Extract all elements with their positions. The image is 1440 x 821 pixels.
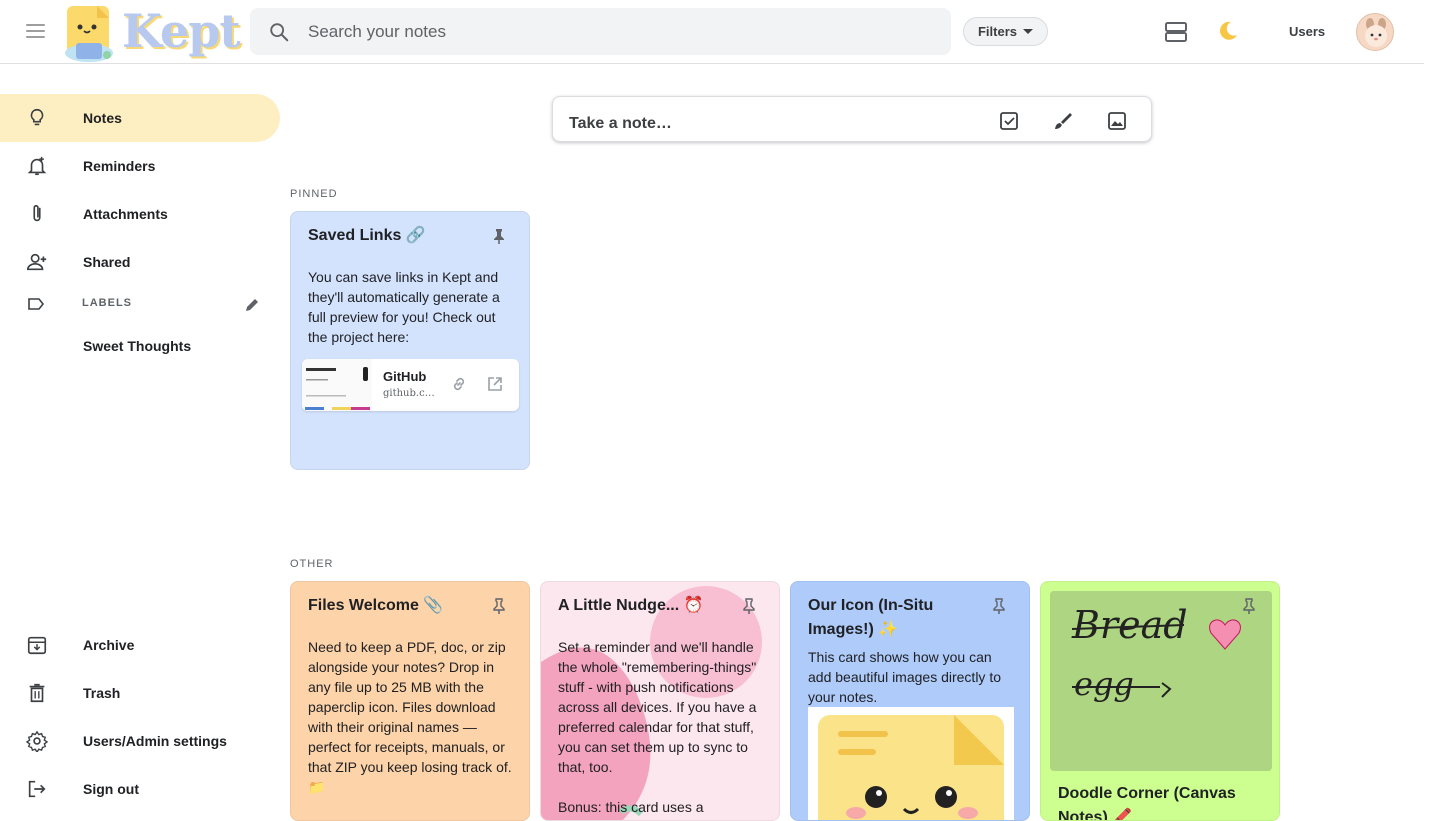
- link-icon[interactable]: [450, 375, 468, 393]
- edit-labels-pencil-icon[interactable]: [243, 296, 261, 314]
- lightbulb-icon: [30, 108, 44, 126]
- sidebar-item-label: Sweet Thoughts: [83, 338, 192, 354]
- app-logo-icon: [65, 6, 113, 62]
- filters-label: Filters: [977, 24, 1017, 39]
- list-view-icon[interactable]: [1164, 21, 1188, 43]
- section-pinned: PINNED: [290, 188, 338, 200]
- person-add-icon: [27, 253, 47, 271]
- caret-down-icon: [1023, 29, 1033, 34]
- sidebar-item-sign-out[interactable]: Sign out: [0, 765, 280, 813]
- doodle-word-bread: Bread: [1072, 603, 1188, 647]
- avatar-bunny-icon: [1365, 18, 1387, 47]
- label-tag-icon: [28, 298, 45, 310]
- sidebar-item-label: Trash: [83, 685, 121, 701]
- note-card[interactable]: A Little Nudge... ⏰ Set a reminder and w…: [540, 581, 780, 821]
- app-name: Kept: [122, 4, 241, 58]
- link-title: GitHub: [383, 369, 427, 384]
- pin-icon[interactable]: [1240, 597, 1258, 615]
- note-card[interactable]: Our Icon (In-Situ Images!) ✨ This card s…: [790, 581, 1030, 821]
- sidebar-item-label: Notes: [83, 110, 122, 126]
- trash-icon: [29, 683, 45, 703]
- labels-heading: LABELS: [82, 297, 132, 309]
- sidebar-item-shared[interactable]: Shared: [0, 238, 280, 286]
- doodle-word-egg: egg: [1074, 665, 1134, 703]
- users-link[interactable]: Users: [1289, 24, 1325, 39]
- note-card[interactable]: Files Welcome 📎 Need to keep a PDF, doc,…: [290, 581, 530, 821]
- top-bar: Kept Filters Users: [0, 0, 1424, 64]
- avatar[interactable]: [1356, 13, 1394, 51]
- note-card[interactable]: Bread egg Doodle Corner (Canvas Notes) 🖍…: [1040, 581, 1280, 821]
- sidebar-item-admin-settings[interactable]: Users/Admin settings: [0, 717, 280, 765]
- sidebar-item-trash[interactable]: Trash: [0, 669, 280, 717]
- note-body: This card shows how you can add beautifu…: [808, 649, 1001, 705]
- open-external-icon[interactable]: [486, 375, 504, 393]
- gear-icon: [26, 730, 48, 752]
- pin-icon[interactable]: [990, 597, 1008, 615]
- note-image-mascot: [808, 707, 1014, 820]
- sidebar-item-reminders[interactable]: Reminders: [0, 142, 280, 190]
- note-body-bonus: Bonus: this card uses a: [558, 799, 704, 815]
- search-bar[interactable]: [250, 8, 951, 55]
- menu-icon[interactable]: [26, 24, 45, 38]
- sidebar-item-notes[interactable]: Notes: [0, 94, 280, 142]
- sidebar-item-label: Users/Admin settings: [83, 733, 227, 749]
- note-title: Doodle Corner (Canvas Notes) 🖍️: [1058, 785, 1236, 821]
- archive-icon: [27, 636, 47, 655]
- bell-plus-icon: [27, 156, 47, 176]
- search-icon[interactable]: [268, 21, 290, 43]
- pin-icon[interactable]: [490, 597, 508, 615]
- link-thumbnail: [302, 359, 372, 411]
- sidebar-item-label: Archive: [83, 637, 135, 653]
- note-title: Files Welcome 📎: [308, 597, 444, 614]
- checkbox-icon[interactable]: [998, 110, 1020, 132]
- link-url: github.com: [383, 388, 439, 399]
- sidebar-item-label: Sign out: [83, 781, 139, 797]
- note-body: Set a reminder and we'll handle the whol…: [558, 639, 757, 775]
- note-body: You can save links in Kept and they'll a…: [308, 269, 500, 345]
- sidebar-item-attachments[interactable]: Attachments: [0, 190, 280, 238]
- note-title: Our Icon (In-Situ Images!) ✨: [808, 597, 934, 638]
- link-preview[interactable]: GitHub github.com: [302, 359, 519, 411]
- take-note-bar[interactable]: Take a note…: [552, 96, 1152, 142]
- section-other: OTHER: [290, 558, 334, 570]
- note-card[interactable]: Saved Links 🔗 You can save links in Kept…: [290, 211, 530, 470]
- paperclip-icon: [33, 204, 41, 222]
- sidebar-item-label: Shared: [83, 254, 131, 270]
- sidebar-item-label: Reminders: [83, 158, 156, 174]
- pin-icon[interactable]: [490, 227, 508, 245]
- filters-button[interactable]: Filters: [963, 17, 1048, 46]
- note-title: A Little Nudge... ⏰: [558, 597, 704, 614]
- sidebar-item-sweet-thoughts[interactable]: Sweet Thoughts: [0, 322, 280, 370]
- note-body: Need to keep a PDF, doc, or zip alongsid…: [308, 639, 512, 795]
- brush-icon[interactable]: [1052, 110, 1074, 132]
- take-note-placeholder[interactable]: Take a note…: [569, 115, 672, 133]
- logout-icon: [28, 780, 46, 798]
- labels-header: LABELS: [0, 288, 280, 320]
- doodle-canvas[interactable]: Bread egg: [1050, 591, 1272, 771]
- pin-icon[interactable]: [740, 597, 758, 615]
- image-icon[interactable]: [1106, 110, 1128, 132]
- sidebar-item-archive[interactable]: Archive: [0, 621, 280, 669]
- search-input[interactable]: [306, 18, 910, 46]
- sidebar-item-label: Attachments: [83, 206, 168, 222]
- moon-icon[interactable]: [1216, 19, 1240, 43]
- note-title: Saved Links 🔗: [308, 227, 426, 244]
